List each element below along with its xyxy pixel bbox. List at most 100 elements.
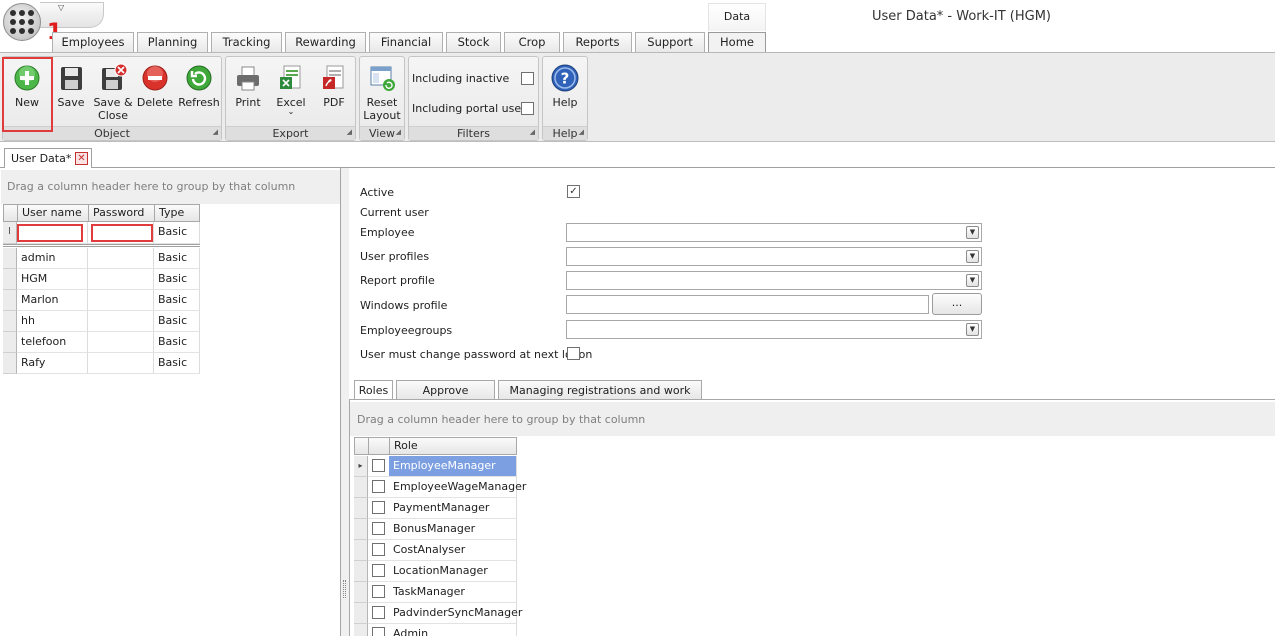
row-indicator[interactable] [354,477,368,498]
new-password-input[interactable] [91,224,153,242]
delete-button[interactable]: Delete [135,59,175,109]
windows-profile-input[interactable] [566,295,929,314]
column-header-password[interactable]: Password [88,204,155,222]
pdf-button[interactable]: PDF [314,59,354,109]
role-name[interactable]: EmployeeManager [389,456,517,477]
row-indicator[interactable] [354,603,368,624]
tab-rewarding[interactable]: Rewarding [285,32,366,52]
excel-button[interactable]: Excel ⌄ [270,59,312,116]
password-cell[interactable] [88,332,154,353]
role-checkbox[interactable] [372,480,385,493]
browse-button[interactable]: ... [932,293,982,315]
column-header-username[interactable]: User name [17,204,89,222]
role-checkbox[interactable] [372,543,385,556]
column-header-role[interactable]: Role [389,437,517,455]
row-indicator[interactable] [354,498,368,519]
row-indicator[interactable] [354,561,368,582]
row-indicator[interactable] [3,290,17,311]
role-checkbox[interactable] [372,627,385,636]
refresh-button[interactable]: Refresh [177,59,221,109]
dialog-launcher-icon[interactable]: ◢ [530,126,535,139]
save-and-close-button[interactable]: Save & Close [91,59,135,122]
tab-reports[interactable]: Reports [563,32,632,52]
role-name[interactable]: Admin [389,624,517,636]
tab-support[interactable]: Support [635,32,705,52]
including-portal-users-checkbox[interactable] [521,102,534,115]
role-name[interactable]: LocationManager [389,561,517,582]
dialog-launcher-icon[interactable]: ◢ [396,126,401,139]
save-button[interactable]: Save [51,59,91,109]
row-indicator[interactable] [3,311,17,332]
role-name[interactable]: EmployeeWageManager [389,477,526,498]
tab-employees[interactable]: Employees [52,32,134,52]
chevron-down-icon[interactable]: ▼ [966,226,979,239]
dialog-launcher-icon[interactable]: ◢ [579,126,584,139]
print-button[interactable]: Print [228,59,268,109]
type-cell[interactable]: Basic [154,332,200,353]
close-icon[interactable]: ✕ [75,152,88,165]
username-cell[interactable]: hh [17,311,88,332]
document-tab-user-data[interactable]: User Data* ✕ [4,148,92,168]
username-cell[interactable]: Marlon [17,290,88,311]
role-name[interactable]: BonusManager [389,519,517,540]
employee-dropdown[interactable]: ▼ [566,223,982,242]
splitter-grip-icon[interactable] [343,580,346,598]
help-button[interactable]: ? Help [545,59,585,109]
user-profiles-dropdown[interactable]: ▼ [566,247,982,266]
row-indicator[interactable] [354,519,368,540]
chevron-down-icon[interactable]: ▼ [966,323,979,336]
column-header-type[interactable]: Type [154,204,200,222]
role-checkbox[interactable] [372,585,385,598]
role-name[interactable]: PaymentManager [389,498,517,519]
chevron-down-icon[interactable]: ▽ [58,3,64,12]
chevron-down-icon[interactable]: ▼ [966,274,979,287]
tab-managing-registrations[interactable]: Managing registrations and work orders [498,380,702,416]
row-indicator[interactable] [3,269,17,290]
chevron-down-icon[interactable]: ⌄ [270,108,312,116]
role-checkbox[interactable] [372,606,385,619]
password-cell[interactable] [88,248,154,269]
type-cell[interactable]: Basic [154,248,200,269]
application-menu-button[interactable] [3,3,41,41]
employeegroups-dropdown[interactable]: ▼ [566,320,982,339]
panel-splitter[interactable] [341,168,349,636]
group-by-area[interactable]: Drag a column header here to group by th… [1,170,340,204]
type-cell[interactable]: Basic [154,311,200,332]
tab-tracking[interactable]: Tracking [211,32,282,52]
row-indicator[interactable] [3,353,17,374]
role-checkbox[interactable] [372,501,385,514]
username-cell[interactable]: telefoon [17,332,88,353]
active-checkbox[interactable]: ✓ [567,185,580,198]
tab-home[interactable]: Home [708,32,766,53]
dialog-launcher-icon[interactable]: ◢ [347,126,352,139]
role-name[interactable]: CostAnalyser [389,540,517,561]
username-cell[interactable]: admin [17,248,88,269]
including-inactive-checkbox[interactable] [521,72,534,85]
type-cell[interactable]: Basic [154,269,200,290]
password-cell[interactable] [88,269,154,290]
role-checkbox[interactable] [372,522,385,535]
password-cell[interactable] [88,290,154,311]
role-name[interactable]: PadvinderSyncManager [389,603,522,624]
role-checkbox[interactable] [372,564,385,577]
report-profile-dropdown[interactable]: ▼ [566,271,982,290]
type-cell[interactable]: Basic [154,290,200,311]
tab-planning[interactable]: Planning [137,32,208,52]
tab-approve-locations[interactable]: Approve locations [396,380,495,416]
username-cell[interactable]: HGM [17,269,88,290]
tab-stock[interactable]: Stock [446,32,501,52]
new-row-type[interactable]: Basic [154,222,200,244]
row-indicator[interactable] [3,248,17,269]
tab-crop[interactable]: Crop [504,32,560,52]
row-indicator[interactable] [354,624,368,636]
dialog-launcher-icon[interactable]: ◢ [213,126,218,139]
chevron-down-icon[interactable]: ▼ [966,250,979,263]
password-cell[interactable] [88,353,154,374]
username-cell[interactable]: Rafy [17,353,88,374]
roles-group-by-area[interactable]: Drag a column header here to group by th… [350,402,1275,436]
row-indicator[interactable] [3,332,17,353]
password-cell[interactable] [88,311,154,332]
current-row-arrow-icon[interactable]: ▸ [354,456,368,477]
role-checkbox[interactable] [372,459,385,472]
tab-roles[interactable]: Roles [354,380,393,400]
